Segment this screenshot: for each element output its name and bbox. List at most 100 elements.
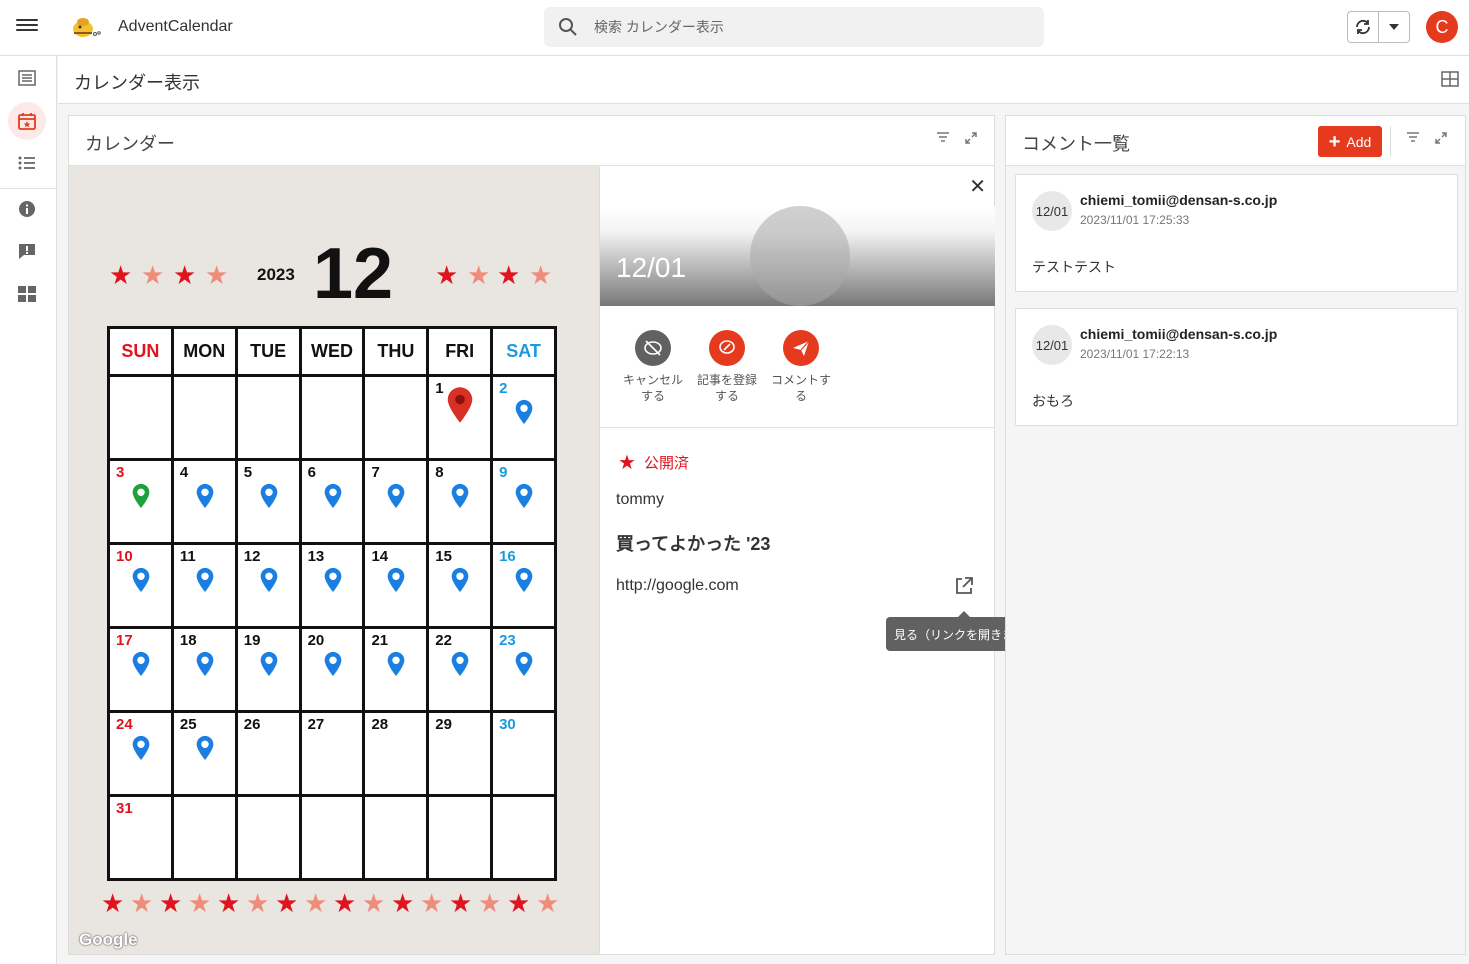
nav-info-icon[interactable] [8,190,46,228]
day-number: 19 [243,632,261,649]
selected-location-pin-icon[interactable] [445,385,475,425]
filter-icon[interactable] [937,132,949,142]
register-label: 記事を登録 する [696,373,757,403]
nav-list-icon[interactable] [8,59,46,97]
nav-bullet-list-icon[interactable] [8,144,46,182]
location-pin-icon[interactable] [194,735,216,761]
location-pin-icon[interactable] [322,651,344,677]
calendar-day-cell[interactable]: 17 [107,626,174,713]
location-pin-icon[interactable] [513,567,535,593]
user-avatar[interactable]: C [1426,11,1458,43]
star-decoration: ★ [217,888,241,918]
location-pin-icon[interactable] [194,651,216,677]
nav-calendar-icon[interactable] [8,102,46,140]
calendar-day-cell[interactable]: 29 [426,710,494,797]
location-pin-icon[interactable] [449,567,471,593]
calendar-day-cell[interactable]: 23 [490,626,557,713]
search-input[interactable] [594,7,1034,47]
expand-icon[interactable] [965,132,977,144]
calendar-day-cell[interactable]: 28 [362,710,430,797]
calendar-day-cell[interactable]: 20 [298,626,366,713]
article-author: tommy [616,491,664,508]
layout-grid-icon[interactable] [1441,71,1459,87]
location-pin-icon[interactable] [130,735,152,761]
calendar-day-cell[interactable]: 31 [107,794,174,881]
detail-date: 12/01 [616,252,687,283]
green-location-pin-icon[interactable] [130,483,152,509]
location-pin-icon[interactable] [258,651,280,677]
location-pin-icon[interactable] [449,483,471,509]
calendar-day-cell[interactable]: 10 [107,542,174,629]
location-pin-icon[interactable] [258,567,280,593]
calendar-day-cell[interactable]: 21 [362,626,430,713]
search-bar[interactable] [544,7,1044,47]
star-decoration: ★ [362,888,386,918]
location-pin-icon[interactable] [513,399,535,425]
menu-icon[interactable] [14,16,40,40]
calendar-day-cell[interactable]: 14 [362,542,430,629]
calendar-day-cell [362,794,430,881]
calendar-day-cell[interactable]: 27 [298,710,366,797]
article-title: 買ってよかった '23 [616,534,771,554]
day-number: 31 [116,800,133,817]
location-pin-icon[interactable] [194,483,216,509]
star-decoration: ★ [467,260,491,290]
app-title: AdventCalendar [118,18,233,35]
location-pin-icon[interactable] [385,651,407,677]
calendar-day-cell[interactable]: 19 [234,626,302,713]
calendar-day-cell[interactable]: 9 [490,458,557,545]
calendar-day-cell[interactable]: 8 [426,458,494,545]
location-pin-icon[interactable] [130,567,152,593]
expand-icon[interactable] [1435,132,1447,144]
calendar-day-cell[interactable]: 16 [490,542,557,629]
calendar-day-cell[interactable]: 6 [298,458,366,545]
register-article-button[interactable]: 記事を登録 する [692,330,762,404]
location-pin-icon[interactable] [322,567,344,593]
cancel-button[interactable]: キャンセル する [618,330,688,404]
calendar-day-cell[interactable]: 15 [426,542,494,629]
calendar-day-cell[interactable]: 24 [107,710,174,797]
calendar-map[interactable]: ★ ★ ★ ★ ★ ★ ★ ★ 2023 12 SUN MON TUE WED … [69,166,599,954]
calendar-day-cell[interactable]: 18 [170,626,238,713]
close-icon[interactable]: ✕ [969,174,986,199]
calendar-day-cell[interactable]: 25 [170,710,238,797]
location-pin-icon[interactable] [194,567,216,593]
location-pin-icon[interactable] [258,483,280,509]
top-app-bar: AdventCalendar C [0,0,1469,56]
star-decoration: ★ [536,888,560,918]
calendar-day-cell[interactable]: 4 [170,458,238,545]
sync-button[interactable] [1348,12,1379,42]
day-number: 29 [435,716,452,733]
calendar-day-cell[interactable]: 12 [234,542,302,629]
calendar-day-cell[interactable]: 26 [234,710,302,797]
calendar-day-cell[interactable]: 11 [170,542,238,629]
nav-dashboard-icon[interactable] [8,275,46,313]
location-pin-icon[interactable] [513,651,535,677]
calendar-day-cell[interactable]: 2 [490,374,557,461]
calendar-day-cell [298,794,366,881]
location-pin-icon[interactable] [385,567,407,593]
calendar-day-cell[interactable]: 1 [426,374,494,461]
calendar-day-cell[interactable]: 7 [362,458,430,545]
calendar-day-cell[interactable]: 3 [107,458,174,545]
comment-card[interactable]: 12/01 chiemi_tomii@densan-s.co.jp 2023/1… [1015,308,1458,426]
location-pin-icon[interactable] [513,483,535,509]
nav-feedback-icon[interactable] [8,232,46,270]
location-pin-icon[interactable] [130,651,152,677]
filter-icon[interactable] [1407,132,1419,142]
location-pin-icon[interactable] [385,483,407,509]
article-url[interactable]: http://google.com [616,577,739,595]
location-pin-icon[interactable] [449,651,471,677]
comment-card[interactable]: 12/01 chiemi_tomii@densan-s.co.jp 2023/1… [1015,174,1458,292]
location-pin-icon[interactable] [322,483,344,509]
star-decoration: ★ [497,260,521,290]
comment-button[interactable]: コメントする [766,330,836,404]
sync-dropdown-button[interactable] [1379,12,1409,42]
page-title: カレンダー表示 [74,73,200,93]
calendar-day-cell[interactable]: 22 [426,626,494,713]
add-comment-button[interactable]: + Add [1318,126,1382,157]
calendar-day-cell[interactable]: 5 [234,458,302,545]
calendar-day-cell[interactable]: 30 [490,710,557,797]
calendar-day-cell[interactable]: 13 [298,542,366,629]
open-link-icon[interactable] [954,576,974,596]
